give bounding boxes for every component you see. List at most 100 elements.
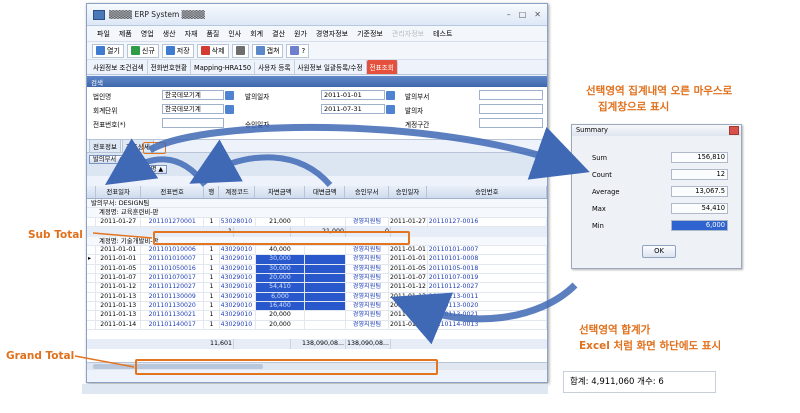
table-cell[interactable] <box>305 264 346 274</box>
table-cell[interactable]: 43029010 <box>220 246 256 255</box>
menu-item[interactable]: 테스트 <box>433 29 452 39</box>
table-cell[interactable]: 경영지원팀 <box>346 217 390 226</box>
toolbar-button[interactable] <box>231 43 249 58</box>
table-cell[interactable]: 2011-01-14 <box>96 320 142 329</box>
table-cell[interactable]: 2011-01-13 <box>96 301 142 311</box>
row-indicator[interactable] <box>87 246 97 255</box>
table-cell[interactable]: 201101130009 <box>141 292 205 301</box>
table-cell[interactable]: 2011-01-01 <box>96 246 142 255</box>
table-cell[interactable] <box>305 255 346 264</box>
menu-item[interactable]: 영업 <box>141 29 154 39</box>
calendar-icon[interactable] <box>386 105 395 114</box>
row-indicator[interactable] <box>87 311 97 320</box>
table-cell[interactable]: 1 <box>204 217 220 226</box>
column-header[interactable]: 차변금액 <box>255 186 305 198</box>
ok-button[interactable]: OK <box>642 245 676 258</box>
table-cell[interactable]: 43029010 <box>220 311 256 320</box>
table-cell[interactable] <box>305 283 346 292</box>
tab-1[interactable]: 전화번호현황 <box>148 60 192 74</box>
table-cell[interactable]: 경영지원팀 <box>346 264 390 274</box>
table-cell[interactable]: 201101010006 <box>141 246 205 255</box>
issuer-field[interactable] <box>479 104 543 114</box>
table-cell[interactable]: 20110113-0020 <box>428 301 547 311</box>
table-row[interactable]: 2011-01-13 201101130021 1 43029010 20,000 경영지… <box>87 311 547 321</box>
table-cell[interactable]: 2011-01-13 <box>389 311 428 320</box>
table-row[interactable]: 2011-01-12 201101120027 1 43029010 54,410 경영지… <box>87 283 547 293</box>
fromdate-field[interactable]: 2011-01-01 <box>321 90 385 100</box>
tab-4[interactable]: 사원정보 일괄등록/수정 <box>295 60 367 74</box>
menu-item[interactable]: 회계 <box>250 29 263 39</box>
table-cell[interactable]: 경영지원팀 <box>346 255 390 264</box>
table-cell[interactable]: 2011-01-01 <box>389 246 428 255</box>
table-cell[interactable]: 43029010 <box>220 301 256 311</box>
table-cell[interactable]: 20,000 <box>256 311 306 320</box>
toolbar-button[interactable]: 삭제 <box>196 43 229 58</box>
table-cell[interactable]: 201101120027 <box>141 283 205 292</box>
table-cell[interactable]: 20110105-0018 <box>428 264 547 274</box>
table-cell[interactable]: 2011-01-07 <box>389 274 428 283</box>
menu-item[interactable]: 원가 <box>294 29 307 39</box>
table-cell[interactable] <box>305 292 346 301</box>
close-icon[interactable]: ✕ <box>534 10 541 19</box>
table-cell[interactable]: 20110113-0011 <box>428 292 547 301</box>
todate-field[interactable]: 2011-07-31 <box>321 104 385 114</box>
column-header[interactable] <box>87 186 97 198</box>
summary-value[interactable]: 156,810 <box>671 152 728 163</box>
dept-field[interactable] <box>479 90 543 100</box>
table-cell[interactable]: 30,000 <box>255 264 306 274</box>
table-cell[interactable]: 1 <box>204 301 220 311</box>
menu-item[interactable]: 품질 <box>206 29 219 39</box>
table-cell[interactable] <box>305 301 346 311</box>
table-cell[interactable]: 1 <box>204 292 220 301</box>
tab-0[interactable]: 사원정보 조건검색 <box>90 60 148 74</box>
table-cell[interactable] <box>305 311 346 320</box>
table-cell[interactable]: 16,400 <box>255 301 306 311</box>
table-cell[interactable]: 1 <box>204 246 220 255</box>
group-by-account-chip[interactable]: 계정명 ▲ <box>135 165 168 174</box>
table-row[interactable]: ▸ 2011-01-01 201101010007 1 43029010 30,000 경영… <box>87 255 547 265</box>
window-controls[interactable]: – □ ✕ <box>507 10 541 19</box>
column-header[interactable]: 행 <box>204 186 220 198</box>
table-cell[interactable]: 43029010 <box>220 264 256 274</box>
row-indicator[interactable]: ▸ <box>87 255 97 264</box>
column-header[interactable]: 전표일자 <box>96 186 142 198</box>
toolbar-button[interactable]: ? <box>286 43 310 58</box>
summary-value[interactable]: 6,000 <box>671 220 728 231</box>
column-header[interactable]: 전표번호 <box>141 186 205 198</box>
row-indicator[interactable] <box>87 292 97 301</box>
column-header[interactable]: 계정코드 <box>219 186 256 198</box>
table-cell[interactable]: 30,000 <box>255 255 306 264</box>
tab-2[interactable]: Mapping-HRA150 <box>191 62 256 74</box>
table-cell[interactable]: 2011-01-05 <box>96 264 142 274</box>
tab-5[interactable]: 전표조회 <box>366 60 398 74</box>
table-cell[interactable]: 1 <box>204 320 220 329</box>
menu-item[interactable]: 경영자정보 <box>316 29 348 39</box>
tab-3[interactable]: 사용자 등록 <box>255 60 295 74</box>
menu-item[interactable]: 인사 <box>228 29 241 39</box>
table-cell[interactable]: 2011-01-05 <box>389 264 428 274</box>
table-cell[interactable]: 1 <box>204 264 220 274</box>
voucherno-field[interactable] <box>162 118 224 128</box>
table-cell[interactable]: 54,410 <box>255 283 306 292</box>
table-cell[interactable]: 1 <box>204 255 220 264</box>
table-cell[interactable]: 2011-01-13 <box>96 311 142 320</box>
table-cell[interactable]: 2011-01-07 <box>96 274 142 283</box>
summary-value[interactable]: 13,067.5 <box>671 186 728 197</box>
table-cell[interactable]: 20110101-0008 <box>428 255 547 264</box>
acctunit-field[interactable]: 한국데모기계 <box>162 104 224 114</box>
group-row-dept[interactable]: 발의부서: DESIGN팀 <box>87 199 547 209</box>
table-cell[interactable]: 20,000 <box>255 274 306 283</box>
table-row[interactable]: 2011-01-27 201101270001 1 53028010 21,000 경영지… <box>87 217 547 227</box>
table-row[interactable]: 2011-01-13 201101130020 1 43029010 16,400 경영지… <box>87 301 547 312</box>
menu-item[interactable]: 결산 <box>272 29 285 39</box>
table-cell[interactable]: 2011-01-27 <box>389 217 428 226</box>
toolbar-button[interactable]: 저장 <box>161 43 194 58</box>
table-cell[interactable]: 201101130021 <box>141 311 205 320</box>
table-cell[interactable]: 2011-01-12 <box>389 283 428 292</box>
table-cell[interactable] <box>305 320 346 329</box>
table-cell[interactable]: 20110107-0019 <box>428 274 547 283</box>
table-cell[interactable]: 2011-01-13 <box>389 301 428 311</box>
minimize-icon[interactable]: – <box>507 10 511 19</box>
table-cell[interactable]: 20110127-0016 <box>428 217 547 226</box>
row-indicator[interactable] <box>87 320 97 329</box>
